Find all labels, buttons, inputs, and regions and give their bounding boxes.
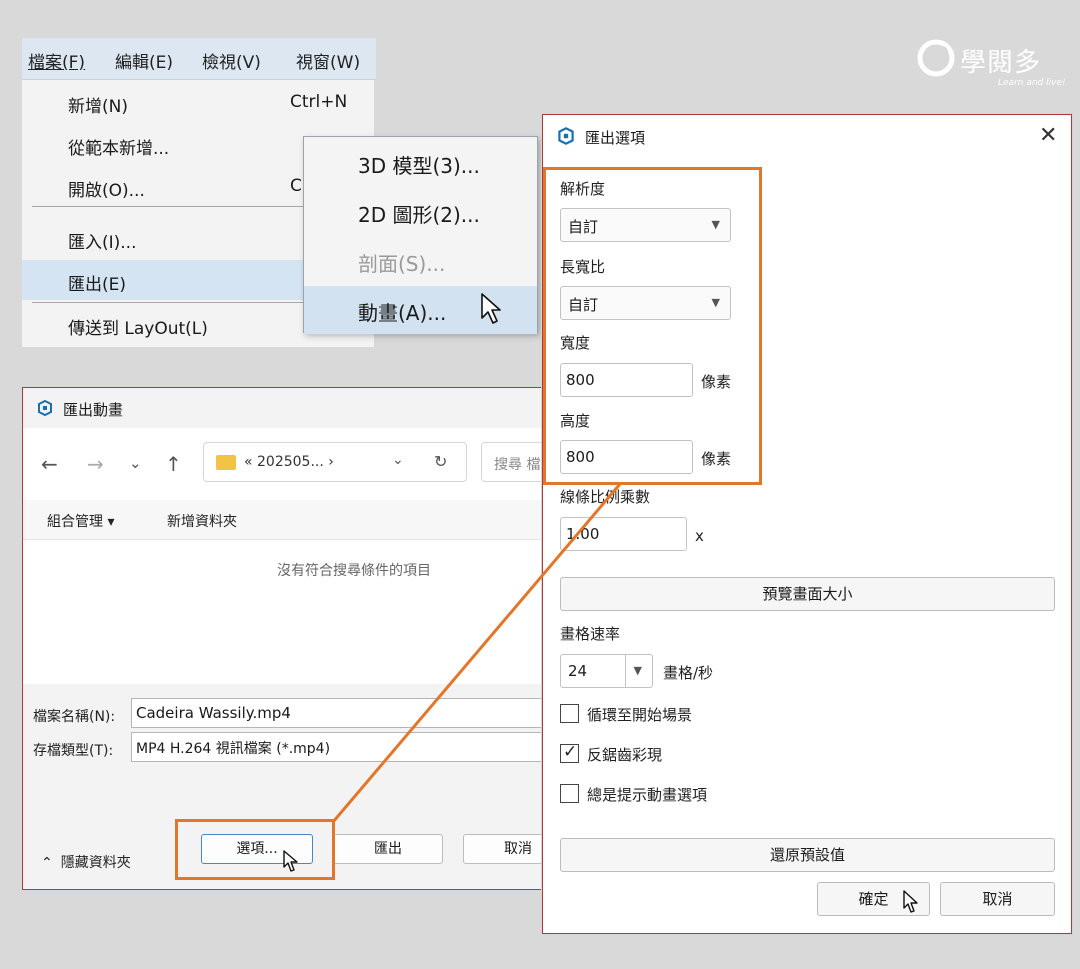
chevron-up-icon: ⌃	[41, 855, 53, 871]
export-animation-dialog: 匯出動畫 ← → ⌄ ↑ « 202505... › ⌄ ↻ 搜尋 檔 組合管理…	[22, 387, 542, 890]
submenu-item-section: 剖面(S)...	[304, 237, 537, 285]
menu-item-label: 2D 圖形(2)...	[358, 203, 480, 227]
search-placeholder: 搜尋 檔	[494, 457, 541, 473]
filetype-label: 存檔類型(T):	[33, 743, 114, 759]
brand-mark-icon	[917, 39, 955, 77]
ok-button-label: 確定	[858, 890, 889, 908]
menu-item-label: 匯入(I)...	[68, 233, 137, 253]
check-icon: ✓	[563, 742, 578, 762]
sketchup-icon	[558, 127, 574, 145]
menu-file[interactable]: 檔案(F)	[28, 48, 85, 73]
ok-button[interactable]: 確定	[817, 882, 930, 916]
line-scale-label: 線條比例乘數	[560, 488, 651, 506]
select-divider	[625, 655, 626, 687]
frame-rate-unit: 畫格/秒	[663, 664, 714, 682]
filename-label: 檔案名稱(N):	[33, 709, 116, 725]
options-button-highlight	[175, 819, 335, 880]
always-prompt-checkbox[interactable]	[560, 784, 579, 803]
export-submenu: 3D 模型(3)... 2D 圖形(2)... 剖面(S)... 動畫(A)..…	[303, 136, 538, 334]
cancel-button[interactable]: 取消	[463, 834, 541, 864]
sketchup-icon	[38, 399, 52, 417]
organize-button[interactable]: 組合管理 ▾	[47, 511, 114, 531]
restore-defaults-button[interactable]: 還原預設值	[560, 838, 1055, 872]
hide-folders-label: 隱藏資料夾	[60, 855, 131, 871]
size-settings-highlight	[543, 167, 762, 485]
loop-checkbox[interactable]	[560, 704, 579, 723]
frame-rate-value: 24	[568, 662, 588, 680]
brand-name: 學閱多	[960, 48, 1042, 78]
menu-item-shortcut: C	[290, 176, 302, 196]
submenu-item-3d-model[interactable]: 3D 模型(3)...	[304, 139, 537, 187]
submenu-item-animation[interactable]: 動畫(A)...	[304, 286, 537, 334]
mouse-cursor-icon	[903, 890, 918, 913]
filename-input[interactable]: Cadeira Wassily.mp4	[131, 698, 541, 728]
up-arrow-icon[interactable]: ↑	[165, 452, 182, 476]
dialog-title: 匯出動畫	[63, 401, 124, 419]
loop-label: 循環至開始場景	[587, 706, 693, 724]
line-scale-input[interactable]: 1.00	[560, 517, 687, 551]
brand-tagline: Learn and live!	[998, 78, 1066, 88]
recent-chevron-icon[interactable]: ⌄	[129, 454, 142, 472]
mouse-cursor-icon	[481, 293, 501, 324]
antialias-checkbox[interactable]: ✓	[560, 742, 579, 763]
menu-view[interactable]: 檢視(V)	[202, 48, 261, 73]
menu-item-label: 動畫(A)...	[358, 301, 447, 325]
refresh-icon[interactable]: ↻	[434, 452, 447, 471]
antialias-label: 反鋸齒彩現	[587, 746, 663, 764]
address-path: « 202505... ›	[244, 454, 334, 470]
frame-rate-label: 畫格速率	[560, 625, 621, 643]
new-folder-button[interactable]: 新增資料夾	[167, 511, 237, 531]
menu-item-label: 匯出(E)	[68, 275, 127, 295]
menu-item-shortcut: Ctrl+N	[290, 92, 348, 112]
menu-item-label: 3D 模型(3)...	[358, 154, 480, 178]
frame-rate-select[interactable]: 24 ▼	[560, 654, 653, 688]
filename-area: 檔案名稱(N): Cadeira Wassily.mp4 存檔類型(T): MP…	[23, 684, 541, 804]
dialog-title: 匯出選項	[585, 129, 646, 147]
menu-item-label: 傳送到 LayOut(L)	[68, 319, 208, 339]
back-arrow-icon[interactable]: ←	[41, 452, 58, 476]
menu-item-new[interactable]: 新增(N) Ctrl+N	[22, 82, 374, 122]
chevron-down-icon: ▼	[633, 664, 642, 677]
menu-item-label: 從範本新增...	[68, 139, 170, 159]
folder-icon	[216, 455, 236, 470]
empty-message: 沒有符合搜尋條件的項目	[277, 563, 431, 579]
dialog-titlebar: 匯出動畫	[23, 388, 541, 428]
chevron-down-icon[interactable]: ⌄	[392, 452, 404, 468]
line-scale-unit: x	[695, 527, 704, 545]
menu-item-label: 新增(N)	[68, 97, 128, 117]
submenu-item-2d-graphic[interactable]: 2D 圖形(2)...	[304, 188, 537, 236]
address-bar[interactable]: « 202505... › ⌄ ↻	[203, 442, 467, 482]
brand-logo: 學閱多 Learn and live!	[916, 36, 1066, 92]
menu-edit[interactable]: 編輯(E)	[115, 48, 173, 73]
always-prompt-label: 總是提示動畫選項	[587, 786, 708, 804]
dialog-titlebar: 匯出選項 ✕	[543, 115, 1071, 159]
forward-arrow-icon[interactable]: →	[87, 452, 104, 476]
cancel-button[interactable]: 取消	[940, 882, 1055, 916]
close-icon[interactable]: ✕	[1039, 123, 1057, 148]
hide-folders-toggle[interactable]: ⌃ 隱藏資料夾	[41, 852, 131, 872]
dialog-toolbar: 組合管理 ▾ 新增資料夾	[23, 500, 541, 540]
export-button[interactable]: 匯出	[333, 834, 443, 864]
preview-size-button[interactable]: 預覽畫面大小	[560, 577, 1055, 611]
menu-bar: 檔案(F) 編輯(E) 檢視(V) 視窗(W)	[22, 38, 376, 80]
menu-item-label: 開啟(O)...	[68, 181, 145, 201]
filetype-select[interactable]: MP4 H.264 視訊檔案 (*.mp4)	[131, 732, 541, 762]
search-input[interactable]: 搜尋 檔	[481, 442, 541, 482]
menu-window[interactable]: 視窗(W)	[296, 48, 360, 73]
menu-item-label: 剖面(S)...	[358, 252, 446, 276]
